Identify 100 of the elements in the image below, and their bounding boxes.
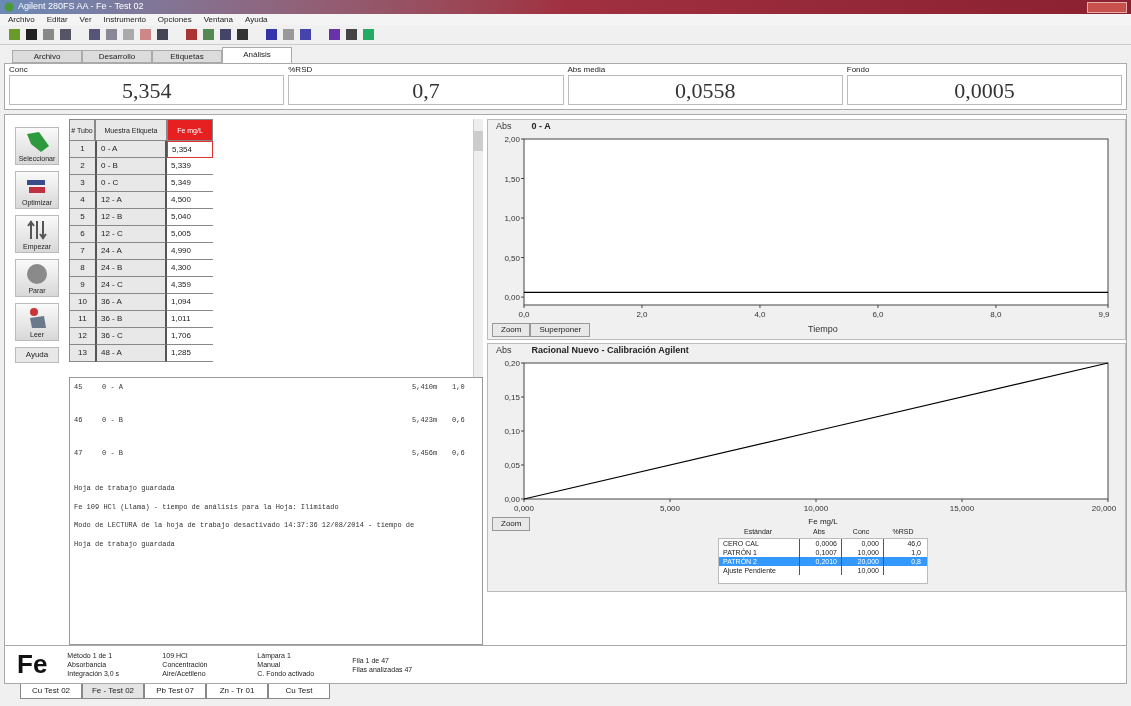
table-cell: 36 - B xyxy=(95,311,167,328)
table-row[interactable]: 11 36 - B 1,011 xyxy=(69,311,213,328)
y-tick-label: 1,50 xyxy=(504,174,521,184)
table-cell: 2 xyxy=(69,158,95,175)
toolbar-icon[interactable] xyxy=(265,28,278,41)
tab[interactable]: Análisis xyxy=(222,47,292,63)
toolbar-icon[interactable] xyxy=(345,28,358,41)
readout-label: Fondo xyxy=(846,64,871,75)
x-tick: 5,000 xyxy=(660,498,680,513)
y-tick: 0,20 xyxy=(504,359,525,368)
menu-item[interactable]: Ventana xyxy=(203,13,234,26)
table-row[interactable]: 7 24 - A 4,990 xyxy=(69,243,213,260)
table-cell: 10 xyxy=(69,294,95,311)
menu-item[interactable]: Opciones xyxy=(157,13,192,26)
x-tick: 9,9 xyxy=(1098,304,1110,319)
table-row[interactable]: 9 24 - C 4,359 xyxy=(69,277,213,294)
y-axis-label: Abs xyxy=(496,119,512,133)
tab[interactable]: Desarrollo xyxy=(82,50,152,63)
table-row[interactable]: 2 0 - B 5,339 xyxy=(69,158,213,175)
y-tick-label: 0,10 xyxy=(504,427,521,436)
help-button[interactable]: Ayuda xyxy=(15,347,59,363)
x-tick-label: 15,000 xyxy=(949,504,975,513)
table-cell: 3 xyxy=(69,175,95,192)
table-cell: 6 xyxy=(69,226,95,243)
worksheet-tab[interactable]: Fe - Test 02 xyxy=(82,684,144,699)
table-row[interactable]: 5 12 - B 5,040 xyxy=(69,209,213,226)
x-tick: 10,000 xyxy=(803,498,829,513)
table-cell: 7 xyxy=(69,243,95,260)
x-tick: 6,0 xyxy=(872,304,884,319)
x-tick-label: 4,0 xyxy=(754,310,767,319)
x-tick-label: 0,0 xyxy=(518,310,531,319)
overlay-button[interactable]: Superponer xyxy=(530,323,591,337)
menu-item[interactable]: Archivo xyxy=(8,13,35,26)
table-row[interactable]: 10 36 - A 1,094 xyxy=(69,294,213,311)
toolbar-icon[interactable] xyxy=(328,28,341,41)
x-tick: 2,0 xyxy=(636,304,648,319)
worksheet-tab[interactable]: Cu Test 02 xyxy=(20,684,82,699)
toolbar-icon[interactable] xyxy=(59,28,72,41)
table-cell: 5 xyxy=(69,209,95,226)
y-tick-label: 0,50 xyxy=(504,253,521,263)
y-tick: 0,05 xyxy=(504,461,525,470)
table-row[interactable]: 4 12 - A 4,500 xyxy=(69,192,213,209)
table-cell: 0 - C xyxy=(95,175,167,192)
worksheet-tab[interactable]: Cu Test xyxy=(268,684,330,699)
zoom-button[interactable]: Zoom xyxy=(492,323,531,337)
table-row[interactable]: 12 36 - C 1,706 xyxy=(69,328,213,345)
table-row[interactable]: 6 12 - C 5,005 xyxy=(69,226,213,243)
table-cell: 8 xyxy=(69,260,95,277)
x-tick-label: 9,9 xyxy=(1098,310,1111,319)
table-row[interactable]: 1 0 - A 5,354 xyxy=(69,141,213,158)
table-cell: 0 - B xyxy=(95,158,167,175)
toolbar-icon[interactable] xyxy=(236,28,249,41)
toolbar-icon[interactable] xyxy=(156,28,169,41)
scrollbar[interactable] xyxy=(473,119,483,377)
app-icon xyxy=(4,2,14,12)
readout-value: 0,7 xyxy=(288,75,564,105)
zoom-button[interactable]: Zoom xyxy=(492,517,531,531)
table-cell: 36 - C xyxy=(95,328,167,345)
x-tick-label: 8,0 xyxy=(990,310,1003,319)
toolbar-icon[interactable] xyxy=(88,28,101,41)
table-row[interactable]: 8 24 - B 4,300 xyxy=(69,260,213,277)
x-tick: 20,000 xyxy=(1091,498,1117,513)
table-cell: 4 xyxy=(69,192,95,209)
table-cell: 1 xyxy=(69,141,95,158)
table-row[interactable]: 3 0 - C 5,349 xyxy=(69,175,213,192)
y-tick: 0,15 xyxy=(504,393,525,402)
table-cell: 36 - A xyxy=(95,294,167,311)
element-symbol: Fe xyxy=(17,648,48,681)
x-tick-label: 20,000 xyxy=(1091,504,1117,513)
tab[interactable]: Etiquetas xyxy=(152,50,222,63)
toolbar-icon[interactable] xyxy=(219,28,232,41)
y-tick-label: 0,20 xyxy=(504,359,521,368)
close-button[interactable] xyxy=(1087,1,1127,13)
table-cell: 24 - C xyxy=(95,277,167,294)
table-row[interactable]: 13 48 - A 1,285 xyxy=(69,345,213,362)
table-cell: 5,354 xyxy=(167,141,213,158)
menu-item[interactable]: Ver xyxy=(79,13,92,26)
x-axis-label: Fe mg/L xyxy=(808,517,838,527)
chart-title: Racional Nuevo - Calibración Agilent xyxy=(531,343,689,357)
table-cell: 13 xyxy=(69,345,95,362)
x-tick: 4,0 xyxy=(754,304,766,319)
y-tick-label: 0,15 xyxy=(504,393,521,402)
y-tick: 0,10 xyxy=(504,427,525,436)
stop-icon xyxy=(25,261,49,286)
y-tick: 1,00 xyxy=(504,214,525,224)
toolbar-icon[interactable] xyxy=(25,28,38,41)
menu-item[interactable]: Editar xyxy=(46,13,68,26)
readout-value: 5,354 xyxy=(9,75,285,105)
toolbar-icon[interactable] xyxy=(299,28,312,41)
tab[interactable]: Archivo xyxy=(12,50,82,63)
table-cell: 24 - A xyxy=(95,243,167,260)
y-tick: 0,50 xyxy=(504,253,525,263)
x-tick-label: 6,0 xyxy=(872,310,885,319)
table-cell: 48 - A xyxy=(95,345,167,362)
menu-item[interactable]: Ayuda xyxy=(245,13,268,26)
menu-item[interactable]: Instrumento xyxy=(103,13,146,26)
worksheet-tab[interactable]: Zn - Tr 01 xyxy=(206,684,268,699)
worksheet-tab[interactable]: Pb Test 07 xyxy=(144,684,206,699)
x-tick: 8,0 xyxy=(990,304,1002,319)
table-cell: 0 - A xyxy=(95,141,167,158)
